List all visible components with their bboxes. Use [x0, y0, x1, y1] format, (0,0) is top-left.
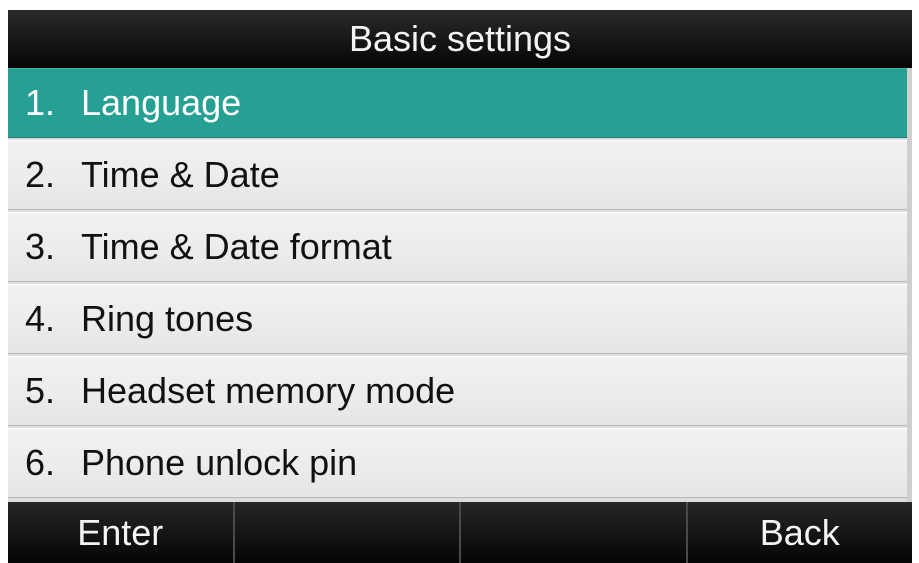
menu-item-language[interactable]: 1. Language — [8, 68, 912, 138]
menu-item-label: Language — [81, 82, 242, 123]
menu-item-number: 2. — [25, 154, 56, 195]
menu-item-number: 1. — [25, 82, 56, 123]
menu-item-number: 3. — [25, 226, 56, 267]
menu-item-number: 6. — [25, 442, 56, 483]
scrollbar[interactable] — [907, 68, 912, 502]
menu-item-number: 4. — [25, 298, 56, 339]
menu-item-label: Ring tones — [81, 298, 254, 339]
settings-menu: 1. Language 2. Time & Date 3. Time & Dat… — [8, 68, 912, 502]
menu-item-label: Time & Date — [81, 154, 280, 195]
menu-item-ring-tones[interactable]: 4. Ring tones — [8, 284, 912, 354]
softkey-enter-button[interactable]: Enter — [8, 502, 233, 563]
softkey-bar: Enter Back — [8, 502, 912, 563]
page-title: Basic settings — [8, 10, 912, 68]
softkey-2-button[interactable] — [232, 502, 460, 563]
menu-item-phone-unlock-pin[interactable]: 6. Phone unlock pin — [8, 428, 912, 498]
menu-item-time-date-format[interactable]: 3. Time & Date format — [8, 212, 912, 282]
menu-item-headset-memory-mode[interactable]: 5. Headset memory mode — [8, 356, 912, 426]
phone-screen: Basic settings 1. Language 2. Time & Dat… — [8, 10, 912, 563]
softkey-3-button[interactable] — [459, 502, 686, 563]
menu-item-label: Headset memory mode — [81, 370, 456, 411]
softkey-back-button[interactable]: Back — [685, 502, 913, 563]
menu-item-number: 5. — [25, 370, 56, 411]
menu-item-label: Phone unlock pin — [81, 442, 358, 483]
menu-item-time-date[interactable]: 2. Time & Date — [8, 140, 912, 210]
menu-item-label: Time & Date format — [81, 226, 392, 267]
